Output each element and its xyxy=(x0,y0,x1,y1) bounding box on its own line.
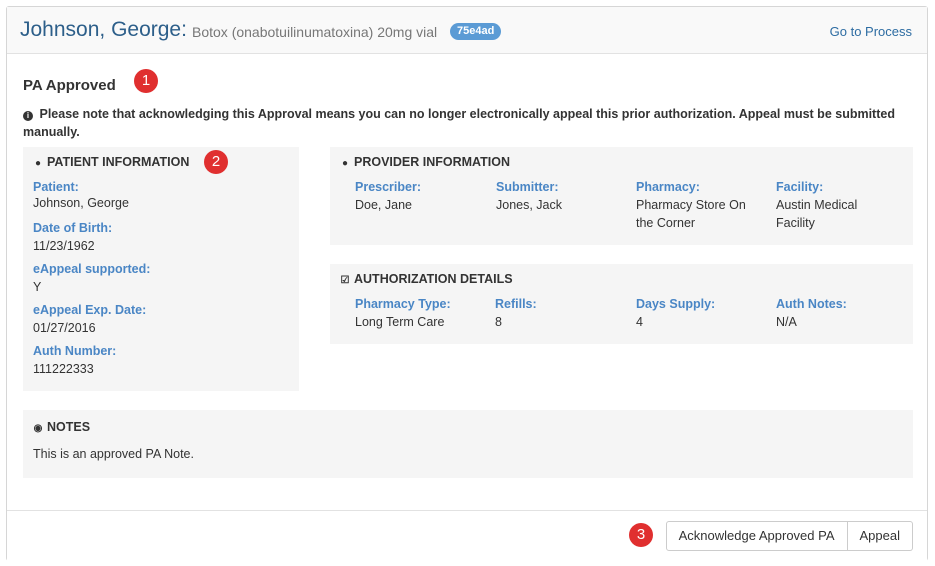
prior-auth-panel: Johnson, George: Botox (onabotuilinumato… xyxy=(6,6,928,562)
dob-label: Date of Birth: xyxy=(33,221,113,235)
submitter-value: Jones, Jack xyxy=(496,198,563,212)
auth-number-label: Auth Number: xyxy=(33,344,117,358)
refills-value: 8 xyxy=(495,315,502,329)
dob-value: 11/23/1962 xyxy=(33,239,95,253)
auth-details-title-text: AUTHORIZATION DETAILS xyxy=(354,272,513,286)
approval-notice-text: Please note that acknowledging this Appr… xyxy=(23,107,895,139)
go-to-process-link[interactable]: Go to Process xyxy=(830,24,912,39)
check-square-icon: ☑ xyxy=(340,275,350,286)
auth-notes-label: Auth Notes: xyxy=(776,297,847,311)
acknowledge-approved-pa-button[interactable]: Acknowledge Approved PA xyxy=(665,521,848,551)
pharmacy-type-label: Pharmacy Type: xyxy=(355,297,451,311)
user-icon: ● xyxy=(34,158,42,169)
provider-info-title: ● PROVIDER INFORMATION xyxy=(340,155,510,169)
action-button-group: Acknowledge Approved PA Appeal xyxy=(665,521,913,553)
patient-info-card: ● PATIENT INFORMATION Patient: Johnson, G… xyxy=(23,147,299,391)
refills-label: Refills: xyxy=(495,297,537,311)
eappeal-exp-date-label: eAppeal Exp. Date: xyxy=(33,303,147,317)
auth-details-title: ☑ AUTHORIZATION DETAILS xyxy=(340,272,513,286)
auth-notes-value: N/A xyxy=(776,315,797,329)
eappeal-exp-date-value: 01/27/2016 xyxy=(33,321,96,335)
prescriber-label: Prescriber: xyxy=(355,180,422,194)
days-supply-value: 4 xyxy=(636,315,643,329)
status-title: PA Approved xyxy=(23,77,116,94)
patient-info-title: ● PATIENT INFORMATION xyxy=(33,155,189,169)
panel-header: Johnson, George: Botox (onabotuilinumato… xyxy=(7,7,927,54)
eappeal-supported-value: Y xyxy=(33,280,42,294)
submitter-label: Submitter: xyxy=(496,180,559,194)
patient-value: Johnson, George xyxy=(33,196,129,210)
panel-footer: 3 Acknowledge Approved PA Appeal xyxy=(7,510,927,562)
pharmacy-label: Pharmacy: xyxy=(636,180,700,194)
provider-info-card: ● PROVIDER INFORMATION Prescriber: Doe, J… xyxy=(330,147,913,245)
facility-value: Austin Medical Facility xyxy=(776,198,858,230)
comment-icon: ◉ xyxy=(33,423,43,434)
facility-label: Facility: xyxy=(776,180,824,194)
info-circle-icon: i xyxy=(23,111,33,121)
notes-title-text: NOTES xyxy=(47,420,91,434)
notes-card: ◉ NOTES This is an approved PA Note. xyxy=(23,410,913,478)
auth-details-card: ☑ AUTHORIZATION DETAILS Pharmacy Type: Lo… xyxy=(330,264,913,344)
user-md-icon: ● xyxy=(341,158,349,169)
notes-title: ◉ NOTES xyxy=(33,420,90,434)
callout-badge-2: 2 xyxy=(204,150,228,174)
auth-number-value: 111222333 xyxy=(33,362,94,376)
drug-name: Botox (onabotuilinumatoxina) 20mg vial xyxy=(192,24,438,40)
patient-info-title-text: PATIENT INFORMATION xyxy=(47,155,190,169)
notes-text: This is an approved PA Note. xyxy=(33,447,194,461)
callout-badge-3: 3 xyxy=(629,523,653,547)
request-id-badge: 75e4ad xyxy=(450,23,502,40)
callout-badge-1: 1 xyxy=(134,69,158,93)
provider-info-title-text: PROVIDER INFORMATION xyxy=(354,155,511,169)
patient-label: Patient: xyxy=(33,180,79,194)
prescriber-value: Doe, Jane xyxy=(355,198,412,212)
eappeal-supported-label: eAppeal supported: xyxy=(33,262,151,276)
patient-name-heading: Johnson, George: xyxy=(20,18,187,41)
pharmacy-value: Pharmacy Store On the Corner xyxy=(636,198,746,230)
appeal-button[interactable]: Appeal xyxy=(847,521,913,551)
pharmacy-type-value: Long Term Care xyxy=(355,315,445,329)
approval-notice: i Please note that acknowledging this Ap… xyxy=(23,105,903,141)
days-supply-label: Days Supply: xyxy=(636,297,716,311)
